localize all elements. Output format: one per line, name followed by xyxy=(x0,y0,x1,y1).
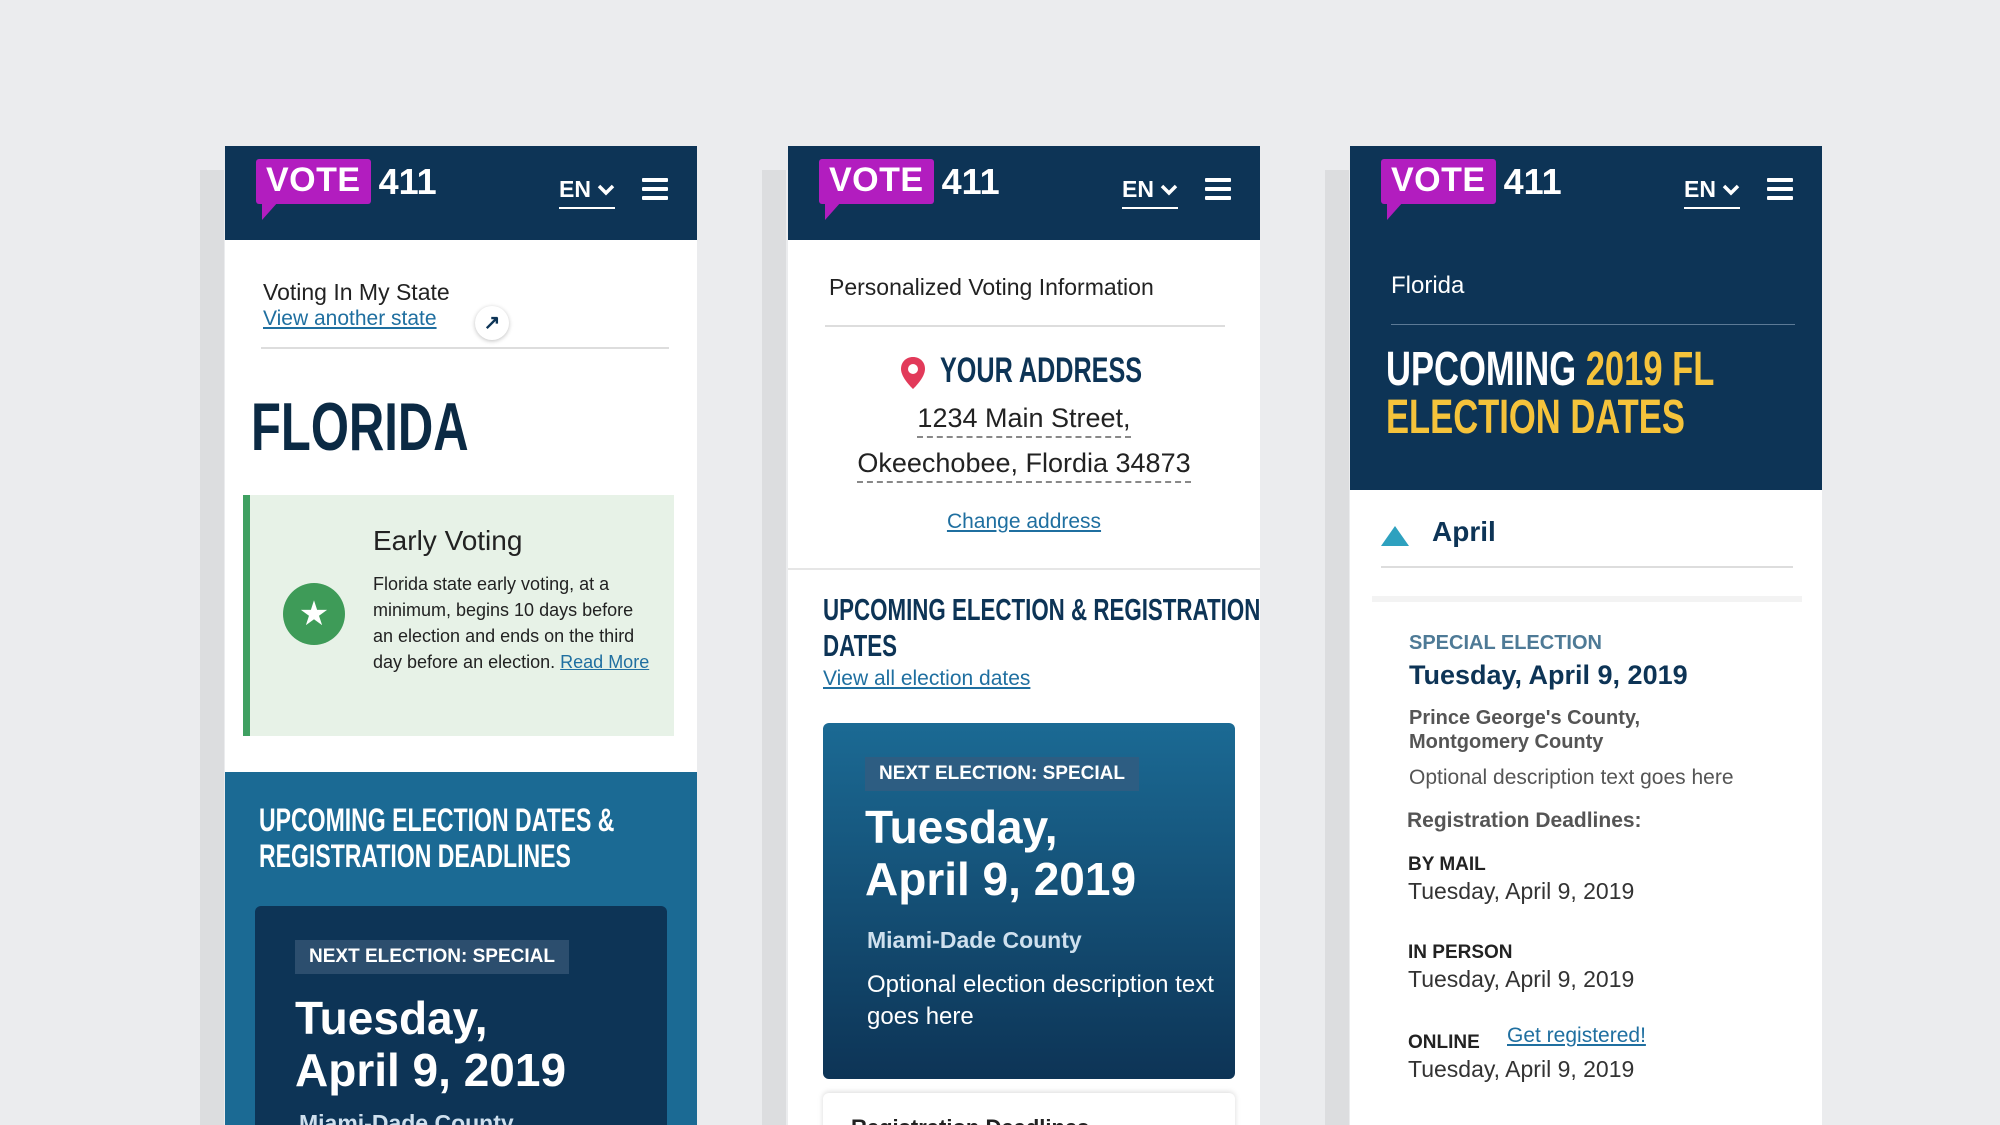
app-header: VOTE 411 EN xyxy=(788,146,1260,240)
early-voting-callout: ★ Early Voting Florida state early votin… xyxy=(243,495,674,736)
screen-state-overview: VOTE 411 EN Voting In My State View anot… xyxy=(225,146,697,1125)
divider xyxy=(825,325,1225,327)
address-line-1: 1234 Main Street, xyxy=(788,403,1260,438)
divider xyxy=(1391,324,1795,325)
language-label: EN xyxy=(1684,176,1716,202)
section-title: Voting In My State xyxy=(263,279,450,305)
upcoming-elections-section: UPCOMING ELECTION DATES & REGISTRATION D… xyxy=(225,772,697,1125)
collapse-triangle-icon[interactable] xyxy=(1381,526,1409,546)
section-title: Personalized Voting Information xyxy=(829,274,1154,300)
get-registered-link[interactable]: Get registered! xyxy=(1507,1024,1646,1048)
logo-number: 411 xyxy=(1503,160,1562,202)
election-type-label: SPECIAL ELECTION xyxy=(1409,632,1602,654)
upcoming-heading: UPCOMING ELECTION & REGISTRATION DATES xyxy=(823,592,1260,664)
next-election-card[interactable]: NEXT ELECTION: SPECIAL Tuesday, April 9,… xyxy=(823,723,1235,1079)
star-icon: ★ xyxy=(283,583,345,645)
app-header: VOTE 411 EN xyxy=(1350,146,1822,240)
phone-shadow xyxy=(200,170,224,1125)
phone-shadow xyxy=(762,170,786,1125)
language-selector[interactable]: EN xyxy=(1122,176,1178,209)
election-date: Tuesday, April 9, 2019 xyxy=(1409,660,1688,690)
app-header: VOTE 411 EN xyxy=(225,146,697,240)
language-selector[interactable]: EN xyxy=(559,176,615,209)
read-more-link[interactable]: Read More xyxy=(560,652,649,672)
divider xyxy=(788,568,1260,570)
heading-election-dates: ELECTION DATES xyxy=(1386,391,1685,444)
screen-personalized-info: VOTE 411 EN Personalized Voting Informat… xyxy=(788,146,1260,1125)
hamburger-menu-icon[interactable] xyxy=(642,178,668,200)
election-county: Miami-Dade County xyxy=(299,1110,514,1125)
vote411-logo[interactable]: VOTE 411 xyxy=(1381,159,1562,220)
hamburger-menu-icon[interactable] xyxy=(1767,178,1793,200)
election-county: Miami-Dade County xyxy=(867,927,1082,953)
election-description: Optional description text goes here xyxy=(1409,766,1734,789)
state-name-heading: FLORIDA xyxy=(251,389,469,465)
heading-white-part: UPCOMING xyxy=(1386,343,1586,396)
change-address-wrap: Change address xyxy=(788,510,1260,534)
election-counties: Prince George's County, Montgomery Count… xyxy=(1409,707,1641,753)
next-election-card[interactable]: NEXT ELECTION: SPECIAL Tuesday, April 9,… xyxy=(255,906,667,1125)
logo-vote-text: VOTE xyxy=(1391,161,1486,199)
in-person-date: Tuesday, April 9, 2019 xyxy=(1408,966,1635,992)
online-date: Tuesday, April 9, 2019 xyxy=(1408,1056,1635,1082)
phone-shadow xyxy=(1325,170,1349,1125)
upcoming-heading-line1: UPCOMING ELECTION DATES & xyxy=(259,802,615,838)
registration-deadlines-card[interactable]: Registration Deadlines xyxy=(823,1093,1235,1125)
language-label: EN xyxy=(559,176,591,202)
election-description: Optional election description text goes … xyxy=(867,971,1214,1030)
registration-deadlines-heading: Registration Deadlines: xyxy=(1407,809,1642,832)
upcoming-heading-line2: REGISTRATION DEADLINES xyxy=(259,838,571,874)
by-mail-label: BY MAIL xyxy=(1408,854,1486,875)
external-arrow-icon[interactable]: ↗ xyxy=(475,306,509,340)
location-pin-icon xyxy=(901,357,925,389)
your-address-heading: YOUR ADDRESS xyxy=(940,351,1143,390)
view-all-dates-link[interactable]: View all election dates xyxy=(823,667,1030,691)
divider xyxy=(261,347,669,349)
heading-year-state: 2019 FL xyxy=(1585,343,1715,396)
upcoming-heading-line2: DATES xyxy=(823,628,897,663)
screen-election-dates: VOTE 411 EN Florida UPCOMING 2019 FL ELE… xyxy=(1350,146,1822,1125)
upcoming-heading: UPCOMING ELECTION DATES & REGISTRATION D… xyxy=(259,802,614,874)
election-date-line2: April 9, 2019 xyxy=(295,1044,567,1096)
election-date-line1: Tuesday, xyxy=(295,992,488,1044)
chevron-down-icon xyxy=(1722,184,1740,195)
upcoming-heading-line1: UPCOMING ELECTION & REGISTRATION xyxy=(823,592,1260,627)
card-edge xyxy=(1372,596,1802,602)
registration-deadlines-heading: Registration Deadlines xyxy=(851,1115,1089,1125)
upcoming-dates-heading: UPCOMING 2019 FL ELECTION DATES xyxy=(1386,346,1714,442)
view-another-state-link[interactable]: View another state xyxy=(263,307,437,331)
next-election-badge: NEXT ELECTION: SPECIAL xyxy=(295,940,569,974)
next-election-badge: NEXT ELECTION: SPECIAL xyxy=(865,757,1139,791)
early-voting-text: Florida state early voting, at a minimum… xyxy=(373,571,653,675)
month-accordion-toggle[interactable]: April xyxy=(1432,516,1496,548)
language-label: EN xyxy=(1122,176,1154,202)
by-mail-date: Tuesday, April 9, 2019 xyxy=(1408,878,1635,904)
hamburger-menu-icon[interactable] xyxy=(1205,178,1231,200)
logo-number: 411 xyxy=(378,160,437,202)
election-date-line1: Tuesday, xyxy=(865,801,1058,853)
chevron-down-icon xyxy=(597,184,615,195)
chevron-down-icon xyxy=(1160,184,1178,195)
language-selector[interactable]: EN xyxy=(1684,176,1740,209)
vote411-logo[interactable]: VOTE 411 xyxy=(256,159,437,220)
early-voting-title: Early Voting xyxy=(373,525,523,556)
state-label: Florida xyxy=(1391,272,1465,299)
state-hero: Florida UPCOMING 2019 FL ELECTION DATES xyxy=(1350,240,1822,490)
logo-vote-text: VOTE xyxy=(829,161,924,199)
change-address-link[interactable]: Change address xyxy=(947,510,1101,533)
election-date: Tuesday, April 9, 2019 xyxy=(295,992,566,1096)
logo-number: 411 xyxy=(941,160,1000,202)
logo-vote-text: VOTE xyxy=(266,161,361,199)
election-date: Tuesday, April 9, 2019 xyxy=(865,801,1136,905)
address-city: Okeechobee, Flordia 34873 xyxy=(857,448,1191,483)
address-street: 1234 Main Street, xyxy=(917,403,1131,438)
divider xyxy=(1381,566,1793,568)
online-label: ONLINE xyxy=(1408,1032,1480,1053)
address-line-2: Okeechobee, Flordia 34873 xyxy=(788,448,1260,483)
in-person-label: IN PERSON xyxy=(1408,942,1513,963)
election-date-line2: April 9, 2019 xyxy=(865,853,1137,905)
vote411-logo[interactable]: VOTE 411 xyxy=(819,159,1000,220)
